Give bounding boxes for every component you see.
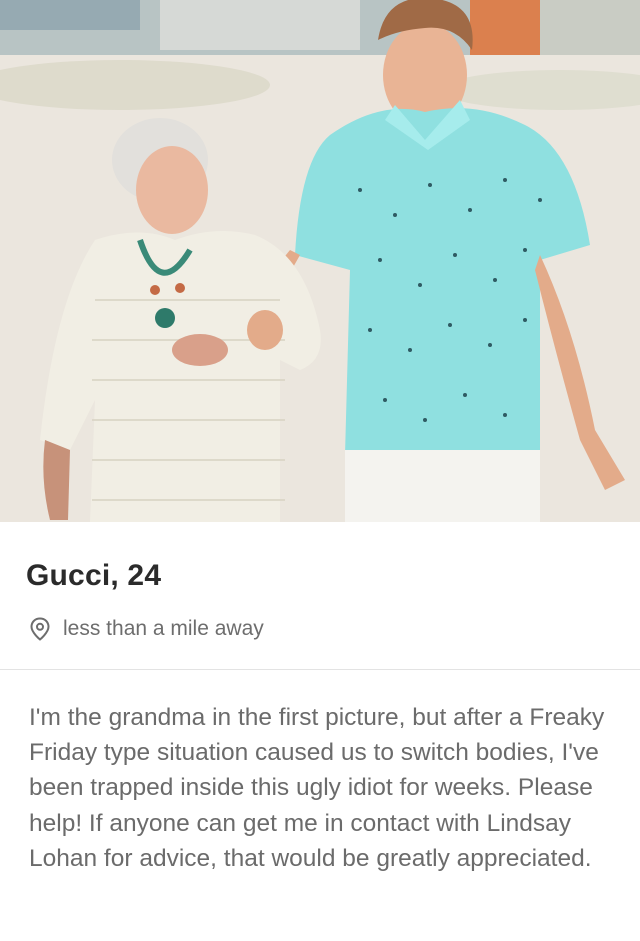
profile-card: Gucci, 24 less than a mile away I'm the … bbox=[0, 0, 640, 941]
section-divider bbox=[0, 669, 640, 670]
location-pin-icon bbox=[30, 617, 50, 641]
distance-row: less than a mile away bbox=[26, 616, 614, 642]
profile-photo[interactable] bbox=[0, 0, 640, 522]
profile-bio: I'm the grandma in the first picture, bu… bbox=[29, 704, 605, 872]
profile-name-age: Gucci, 24 bbox=[26, 559, 162, 592]
distance-text: less than a mile away bbox=[63, 617, 264, 640]
photo-illustration bbox=[0, 0, 640, 522]
profile-info: Gucci, 24 less than a mile away bbox=[0, 522, 640, 642]
